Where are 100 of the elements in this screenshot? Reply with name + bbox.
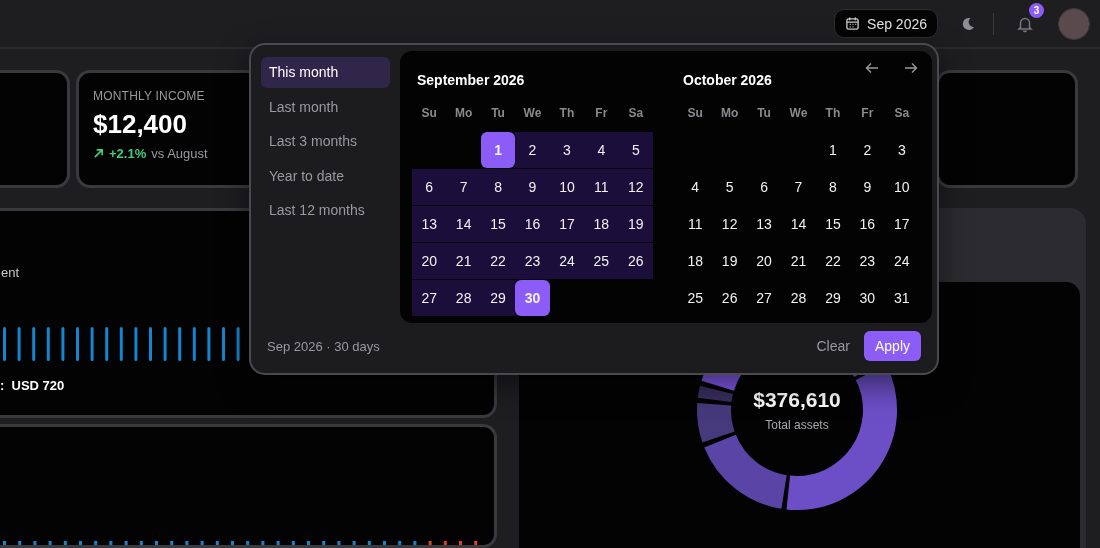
calendar-day[interactable]: 17: [884, 206, 919, 242]
preset-option[interactable]: This month: [261, 57, 390, 88]
weekday-label: Sa: [627, 105, 645, 122]
change-note: vs August: [151, 146, 208, 161]
calendar-day[interactable]: 26: [712, 280, 747, 316]
date-range-button[interactable]: Sep 2026: [834, 9, 938, 38]
calendar-day[interactable]: 1: [815, 132, 851, 168]
calendar-day[interactable]: 19: [618, 206, 653, 242]
calendar-day[interactable]: 5: [712, 169, 747, 205]
calendar-day[interactable]: 10: [884, 169, 919, 205]
calendar-day[interactable]: 6: [746, 169, 782, 205]
calendar-day[interactable]: 12: [712, 206, 747, 242]
panel-label: ent: [1, 265, 20, 280]
preset-option[interactable]: Last 12 months: [261, 195, 390, 226]
weekday-label: Fr: [594, 105, 609, 122]
calendar-day[interactable]: 13: [746, 206, 782, 242]
calendar-day[interactable]: 28: [446, 280, 481, 316]
calendar-day[interactable]: 21: [446, 243, 481, 279]
calendar-icon: [845, 16, 861, 31]
calendar-day[interactable]: 20: [746, 243, 782, 279]
calendar-day[interactable]: 4: [678, 169, 713, 205]
calendar-day[interactable]: 9: [515, 169, 550, 205]
apply-button[interactable]: Apply: [863, 331, 921, 361]
weekday-label: Mo: [719, 105, 740, 122]
calendar-day[interactable]: 21: [781, 243, 816, 279]
calendar-day[interactable]: 29: [480, 280, 516, 316]
calendar-day[interactable]: 3: [884, 132, 919, 168]
calendar-day[interactable]: 16: [850, 206, 885, 242]
preset-option[interactable]: Last month: [261, 91, 390, 122]
calendar-day[interactable]: 22: [815, 243, 851, 279]
weekday-label: Su: [686, 105, 704, 122]
total-assets-caption: Total assets: [765, 418, 829, 432]
calendar-day[interactable]: 27: [412, 280, 447, 316]
month-title: September 2026: [417, 72, 526, 90]
card-value: $12,400: [93, 109, 187, 140]
calendar-day[interactable]: 18: [584, 206, 619, 242]
calendar-day[interactable]: 6: [412, 169, 447, 205]
calendar-day[interactable]: 25: [678, 280, 713, 316]
calendar-day[interactable]: 11: [678, 206, 713, 242]
card-label: MONTHLY INCOME: [93, 89, 205, 103]
weekday-label: We: [522, 105, 543, 122]
calendar-day[interactable]: 15: [480, 206, 516, 242]
calendar-day[interactable]: 5: [618, 132, 653, 168]
calendar-day[interactable]: 8: [815, 169, 851, 205]
calendar-day[interactable]: 20: [412, 243, 447, 279]
preset-option[interactable]: Year to date: [261, 160, 390, 191]
total-assets-value: $376,610: [753, 388, 841, 412]
weekday-label: Th: [558, 105, 576, 122]
calendar-day[interactable]: 16: [515, 206, 550, 242]
arrow-left-icon[interactable]: [865, 62, 879, 74]
calendar-day[interactable]: 25: [584, 243, 619, 279]
clear-button[interactable]: Clear: [810, 337, 856, 355]
calendar-day[interactable]: 15: [815, 206, 851, 242]
weekday-label: Fr: [860, 105, 875, 122]
calendar-day[interactable]: 1: [480, 132, 516, 168]
month-title: October 2026: [683, 72, 773, 90]
weekday-label: Sa: [893, 105, 911, 122]
moon-icon[interactable]: [960, 15, 976, 32]
calendar-day[interactable]: 14: [781, 206, 816, 242]
calendar-day[interactable]: 4: [584, 132, 619, 168]
calendar-day[interactable]: 19: [712, 243, 747, 279]
calendar-day[interactable]: 9: [850, 169, 885, 205]
arrow-right-icon[interactable]: [904, 62, 918, 74]
calendar-day[interactable]: 27: [746, 280, 782, 316]
calendar-day[interactable]: 12: [618, 169, 653, 205]
calendar-day[interactable]: 7: [781, 169, 816, 205]
calendar-day[interactable]: 11: [584, 169, 619, 205]
change-percent: +2.1%: [109, 146, 147, 161]
weekday-label: We: [788, 105, 809, 122]
weekday-label: Tu: [490, 105, 506, 122]
weekday-label: Th: [824, 105, 842, 122]
calendar-day[interactable]: 26: [618, 243, 653, 279]
calendar-day[interactable]: 29: [815, 280, 851, 316]
calendar-day[interactable]: 2: [515, 132, 550, 168]
calendar-day[interactable]: 10: [549, 169, 585, 205]
calendar-day[interactable]: 17: [549, 206, 585, 242]
weekday-label: Mo: [453, 105, 474, 122]
calendar-day[interactable]: 28: [781, 280, 816, 316]
calendar-day[interactable]: 23: [850, 243, 885, 279]
calendar-day[interactable]: 8: [480, 169, 516, 205]
calendar-day[interactable]: 13: [412, 206, 447, 242]
calendar-day[interactable]: 24: [884, 243, 919, 279]
weekday-label: Tu: [756, 105, 772, 122]
calendar-day[interactable]: 22: [480, 243, 516, 279]
spending-summary: : USD 720: [0, 378, 66, 393]
calendar-day[interactable]: 3: [549, 132, 585, 168]
preset-option[interactable]: Last 3 months: [261, 126, 390, 157]
calendar-day[interactable]: 30: [515, 280, 550, 316]
calendar-day[interactable]: 24: [549, 243, 585, 279]
weekday-label: Su: [420, 105, 438, 122]
calendar-day[interactable]: 31: [884, 280, 919, 316]
trend-up-icon: [93, 148, 104, 159]
calendar-day[interactable]: 7: [446, 169, 481, 205]
calendar-day[interactable]: 2: [850, 132, 885, 168]
range-summary: Sep 2026 · 30 days: [267, 338, 381, 354]
calendar-day[interactable]: 30: [850, 280, 885, 316]
calendar-day[interactable]: 18: [678, 243, 713, 279]
notification-badge: 3: [1029, 2, 1044, 18]
calendar-day[interactable]: 14: [446, 206, 481, 242]
calendar-day[interactable]: 23: [515, 243, 550, 279]
